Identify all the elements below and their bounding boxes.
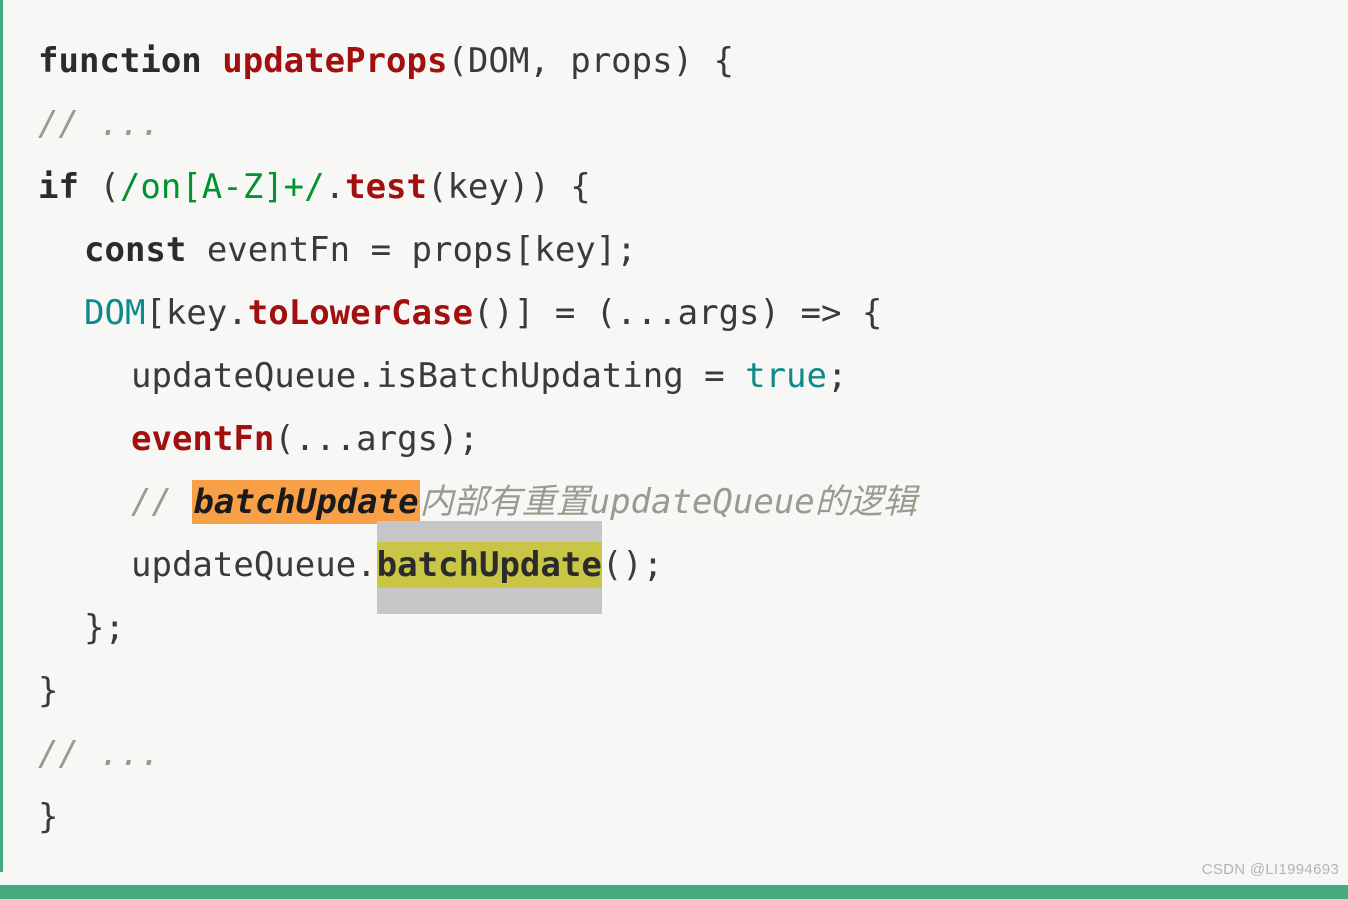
token-isbatchupdating-assign: updateQueue.isBatchUpdating = xyxy=(131,356,746,396)
token-keyword-if: if xyxy=(38,167,79,207)
token-keyword-const: const xyxy=(84,230,187,270)
code-line-9: updateQueue.batchUpdate(); xyxy=(0,521,1348,614)
token-params: (DOM, props) { xyxy=(447,41,734,81)
token-call-parens: (); xyxy=(601,545,664,585)
token-close-function: } xyxy=(38,797,59,837)
olive-highlight-box: batchUpdate xyxy=(376,521,602,614)
code-line-1: function updateProps(DOM, props) { xyxy=(0,30,1348,93)
code-line-13: } xyxy=(0,786,1348,849)
token-comment-chinese-text: 内部有重置updateQueue的逻辑 xyxy=(419,482,917,522)
orange-highlight-batchupdate: batchUpdate xyxy=(192,480,420,524)
token-method-tolowercase: toLowerCase xyxy=(247,293,473,333)
token-method-test: test xyxy=(345,167,427,207)
token-close-if-block: } xyxy=(38,671,59,711)
code-line-8: // batchUpdate内部有重置updateQueue的逻辑 xyxy=(0,471,1348,534)
token-comment-slashes: // xyxy=(131,482,193,522)
token-comment-ellipsis-2: // ... xyxy=(38,734,161,774)
token-call-eventfn: eventFn xyxy=(131,419,275,459)
code-line-7: eventFn(...args); xyxy=(0,408,1348,471)
token-comment-ellipsis: // ... xyxy=(38,104,161,144)
token-if-tail: (key)) { xyxy=(426,167,591,207)
code-line-12: // ... xyxy=(0,723,1348,786)
token-identifier-dom: DOM xyxy=(84,293,146,333)
token-const-declaration: eventFn = props[key]; xyxy=(186,230,637,270)
token-dot: . xyxy=(324,167,346,207)
code-line-11: } xyxy=(0,660,1348,723)
token-keyword-function: function xyxy=(38,41,202,81)
token-regex-literal: /on[A-Z]+/ xyxy=(119,167,325,207)
token-bracket-key: [key. xyxy=(145,293,248,333)
code-snippet-image: function updateProps(DOM, props) { // ..… xyxy=(0,0,1348,899)
token-semicolon: ; xyxy=(826,356,848,396)
token-updatequeue-prefix: updateQueue. xyxy=(131,545,377,585)
token-function-name-updateprops: updateProps xyxy=(222,41,448,81)
bottom-green-bar xyxy=(0,885,1348,899)
code-line-10: }; xyxy=(0,597,1348,660)
token-paren-open: ( xyxy=(78,167,120,207)
code-line-3: if (/on[A-Z]+/.test(key)) { xyxy=(0,156,1348,219)
token-boolean-true: true xyxy=(745,356,827,396)
code-line-5: DOM[key.toLowerCase()] = (...args) => { xyxy=(0,282,1348,345)
code-block: function updateProps(DOM, props) { // ..… xyxy=(0,0,1348,849)
watermark-text: CSDN @LI1994693 xyxy=(1201,861,1339,878)
token-arrow-fn-tail: ()] = (...args) => { xyxy=(472,293,883,333)
code-line-6: updateQueue.isBatchUpdating = true; xyxy=(0,345,1348,408)
olive-highlight-batchupdate: batchUpdate xyxy=(376,542,602,588)
token-call-args: (...args); xyxy=(274,419,479,459)
code-line-4: const eventFn = props[key]; xyxy=(0,219,1348,282)
token-close-arrow-fn: }; xyxy=(84,608,125,648)
code-line-2: // ... xyxy=(0,93,1348,156)
